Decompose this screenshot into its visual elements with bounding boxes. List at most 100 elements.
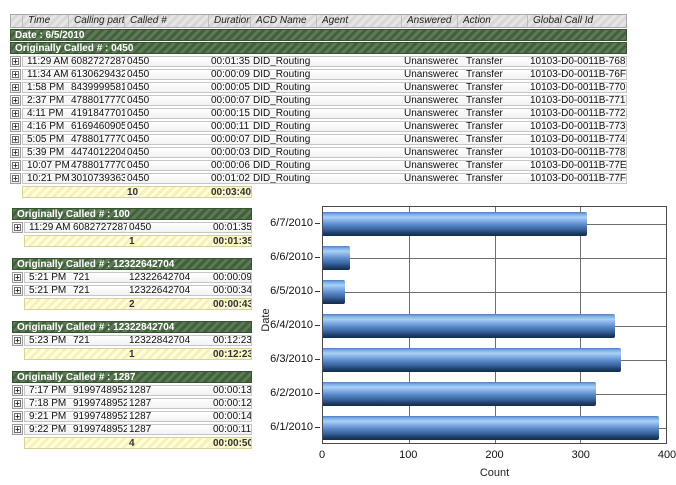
cell-acd-name: DID_Routing	[251, 174, 317, 183]
cell-acd-name: DID_Routing	[251, 148, 317, 157]
cell-global-call-id: 10103-D0-0011B-771	[528, 96, 626, 105]
column-header: ACD Name	[251, 15, 317, 27]
expand-row-button[interactable]: +	[10, 95, 21, 106]
cell-duration: 00:00:05	[209, 83, 251, 92]
y-axis-tick-label: 6/5/2010	[258, 274, 320, 308]
column-header: Agent	[317, 15, 402, 27]
summary-call-count: 10	[125, 188, 209, 197]
cell-calling-party: 6130629432	[69, 70, 125, 79]
x-axis-tick-label: 400	[658, 449, 676, 461]
cell-time: 4:16 PM	[23, 122, 69, 131]
expand-row-button[interactable]: +	[12, 272, 23, 283]
originally-called-group: Originally Called # : 12322642704 + 5:21…	[12, 257, 252, 310]
expand-row-button[interactable]: +	[10, 69, 21, 80]
table-row: + 5:39 PM 4474012204 0450 00:00:03 DID_R…	[10, 147, 627, 158]
cell-calling-party: 721	[71, 273, 127, 282]
cell-acd-name: DID_Routing	[251, 70, 317, 79]
expand-row-button[interactable]: +	[12, 398, 23, 409]
chart-category-band	[323, 309, 666, 343]
cell-acd-name: DID_Routing	[251, 122, 317, 131]
expand-row-button[interactable]: +	[12, 411, 23, 422]
table-row: + 10:07 PM 4788017770 0450 00:00:06 DID_…	[10, 160, 627, 171]
cell-answered: Unanswered	[402, 135, 458, 144]
expand-row-button[interactable]: +	[10, 173, 21, 184]
table-row: + 2:37 PM 4788017770 0450 00:00:07 DID_R…	[10, 95, 627, 106]
bar	[323, 314, 615, 338]
expand-row-button[interactable]: +	[12, 335, 23, 346]
expand-row-button[interactable]: +	[12, 222, 23, 233]
y-tick-mark	[315, 291, 320, 292]
plus-icon: +	[12, 136, 19, 143]
cell-called: 12322842704	[127, 336, 211, 345]
summary-spacer	[10, 186, 22, 198]
chart-category-band	[323, 377, 666, 411]
plus-icon: +	[14, 337, 21, 344]
cell-duration: 00:00:11	[211, 425, 251, 434]
report-page: TimeCalling party #Called #DurationACD N…	[0, 0, 676, 485]
horizontal-gridline	[323, 258, 666, 259]
cell-action: Transfer	[458, 57, 528, 66]
chart-bands	[323, 207, 666, 445]
x-axis-title: Count	[322, 467, 667, 479]
cell-action: Transfer	[458, 174, 528, 183]
cell-time: 5:21 PM	[25, 286, 71, 295]
chart-category-band	[323, 241, 666, 275]
chart-plot-area	[322, 206, 667, 444]
cell-action: Transfer	[458, 161, 528, 170]
cell-answered: Unanswered	[402, 148, 458, 157]
cell-acd-name: DID_Routing	[251, 161, 317, 170]
cell-action: Transfer	[458, 148, 528, 157]
cell-global-call-id: 10103-D0-0011B-770	[528, 83, 626, 92]
cell-answered: Unanswered	[402, 70, 458, 79]
cell-calling-party: 721	[71, 286, 127, 295]
group-summary-row: 2 00:00:43	[12, 298, 252, 310]
cell-acd-name: DID_Routing	[251, 83, 317, 92]
group-summary-row: 1 00:01:35	[12, 235, 252, 247]
cell-calling-party: 4788017770	[69, 96, 125, 105]
expand-row-button[interactable]: +	[10, 82, 21, 93]
chart-category-band	[323, 343, 666, 377]
chart-xticks: 0100200300400	[322, 449, 667, 462]
expand-row-button[interactable]: +	[10, 108, 21, 119]
table-row: + 11:29 AM 6082727287 0450 00:01:35	[12, 222, 252, 233]
summary-total-duration: 00:00:43	[211, 300, 251, 309]
expand-row-button[interactable]: +	[12, 385, 23, 396]
table-row: + 5:21 PM 721 12322642704 00:00:09	[12, 272, 252, 283]
cell-answered: Unanswered	[402, 96, 458, 105]
cell-acd-name: DID_Routing	[251, 135, 317, 144]
expand-row-button[interactable]: +	[12, 285, 23, 296]
expand-row-button[interactable]: +	[12, 424, 23, 435]
cell-global-call-id: 10103-D0-0011B-778	[528, 148, 626, 157]
cell-action: Transfer	[458, 70, 528, 79]
column-header: Time	[23, 15, 69, 27]
plus-icon: +	[14, 224, 21, 231]
x-axis-tick-label: 100	[399, 449, 417, 461]
cell-calling-party: 4191847701	[69, 109, 125, 118]
cell-global-call-id: 10103-D0-0011B-772	[528, 109, 626, 118]
summary-spacer	[12, 235, 24, 247]
expand-row-button[interactable]: +	[10, 56, 21, 67]
cell-called: 0450	[125, 122, 209, 131]
cell-calling-party: 4788017770	[69, 161, 125, 170]
cell-action: Transfer	[458, 122, 528, 131]
expand-row-button[interactable]: +	[10, 134, 21, 145]
table-row: + 7:18 PM 9199748952 1287 00:00:12	[12, 398, 252, 409]
cell-global-call-id: 10103-D0-0011B-77E	[528, 161, 626, 170]
group-summary-row: 4 00:00:50	[12, 437, 252, 449]
plus-icon: +	[12, 123, 19, 130]
expand-row-button[interactable]: +	[10, 160, 21, 171]
plus-icon: +	[12, 110, 19, 117]
cell-time: 9:22 PM	[25, 425, 71, 434]
cell-time: 4:11 PM	[23, 109, 69, 118]
cell-time: 5:21 PM	[25, 273, 71, 282]
summary-spacer	[12, 298, 24, 310]
cell-answered: Unanswered	[402, 83, 458, 92]
column-header: Duration	[209, 15, 251, 27]
cell-duration: 00:12:23	[211, 336, 251, 345]
group-summary-row: 1 00:12:23	[12, 348, 252, 360]
expand-row-button[interactable]: +	[10, 121, 21, 132]
cell-global-call-id: 10103-D0-0011B-77F	[528, 174, 626, 183]
expand-row-button[interactable]: +	[10, 147, 21, 158]
group-tables: Originally Called # : 100 + 11:29 AM 608…	[12, 207, 252, 449]
cell-duration: 00:00:09	[209, 70, 251, 79]
